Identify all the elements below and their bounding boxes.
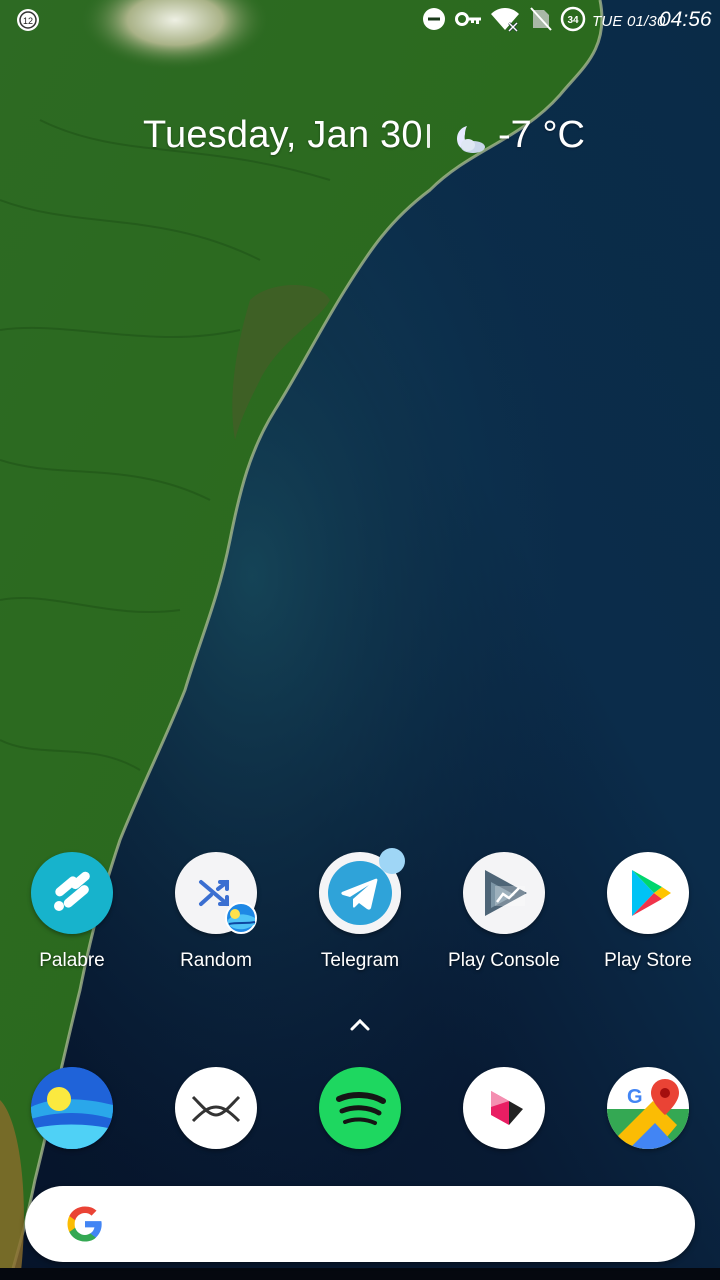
palabre-icon[interactable]: [31, 852, 113, 934]
maps-icon[interactable]: G: [607, 1067, 689, 1149]
moon-cloud-icon: [449, 122, 489, 161]
status-date: TUE 01/30: [592, 13, 666, 30]
google-search-bar[interactable]: [25, 1186, 695, 1262]
notification-icon: 12: [14, 6, 42, 39]
widget-separator: [427, 124, 430, 148]
vpn-key-icon: [455, 6, 483, 37]
app-drawer-chevron-icon[interactable]: [348, 1014, 372, 1039]
widget-temperature[interactable]: -7 °C: [498, 114, 585, 157]
app-play-store[interactable]: Play Store: [582, 852, 714, 972]
mail-app-icon[interactable]: [175, 1067, 257, 1149]
app-label: Play Store: [604, 950, 692, 971]
widget-date[interactable]: Tuesday, Jan 30: [143, 114, 423, 157]
spotify-icon[interactable]: [319, 1067, 401, 1149]
app-label: Play Console: [448, 950, 560, 971]
status-bar: 12 34 TUE 01/30 04:56: [0, 0, 720, 44]
pink-app-icon[interactable]: [463, 1067, 545, 1149]
no-sim-icon: [530, 6, 552, 37]
app-play-console[interactable]: Play Console: [438, 852, 570, 972]
app-label: Telegram: [320, 950, 400, 971]
app-telegram[interactable]: Telegram: [294, 848, 426, 972]
notification-badge-text: 12: [23, 16, 33, 26]
battery-icon: 34: [560, 6, 588, 39]
app-label: Palabre: [39, 950, 105, 971]
notification-dot: [379, 848, 405, 874]
dnd-icon: [421, 6, 447, 37]
telegram-icon[interactable]: [319, 848, 405, 934]
app-random[interactable]: Random: [150, 852, 282, 972]
status-time: 04:56: [659, 8, 712, 31]
play-store-icon[interactable]: [607, 852, 689, 934]
shuffle-icon[interactable]: [175, 852, 257, 934]
google-logo-icon[interactable]: [65, 1204, 105, 1249]
app-label: Random: [180, 950, 252, 971]
battery-level-text: 34: [567, 15, 579, 26]
wifi-icon: [490, 6, 520, 37]
app-palabre[interactable]: Palabre: [6, 852, 138, 972]
svg-text:G: G: [627, 1086, 643, 1108]
weather-app-icon[interactable]: [31, 1067, 113, 1149]
at-a-glance-widget[interactable]: Tuesday, Jan 30 -7 °C: [0, 108, 720, 168]
play-console-icon[interactable]: [463, 852, 545, 934]
